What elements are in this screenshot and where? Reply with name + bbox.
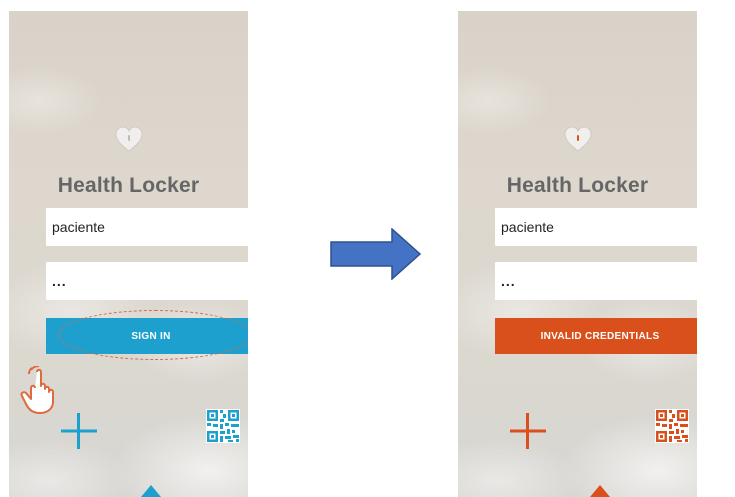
app-title: Health Locker [57, 174, 200, 197]
sign-in-button[interactable]: SIGN IN [46, 318, 248, 354]
chevron-up-icon[interactable] [141, 485, 161, 497]
heart-icon [115, 126, 143, 152]
app-title: Health Locker [506, 174, 649, 197]
username-field[interactable]: paciente [46, 208, 248, 246]
chevron-up-icon[interactable] [590, 485, 610, 497]
login-screen-before: Health Locker paciente ... SIGN IN [9, 11, 248, 497]
password-field[interactable]: ... [495, 262, 697, 300]
plus-icon[interactable] [508, 411, 548, 451]
login-screen-after: Health Locker paciente ... INVALID CREDE… [458, 11, 697, 497]
heart-icon [564, 126, 592, 152]
qr-code-icon[interactable] [655, 409, 689, 443]
invalid-credentials-button[interactable]: INVALID CREDENTIALS [495, 318, 697, 354]
tap-hand-icon [20, 366, 54, 414]
right-arrow-icon [330, 228, 422, 280]
password-field[interactable]: ... [46, 262, 248, 300]
username-field[interactable]: paciente [495, 208, 697, 246]
qr-code-icon[interactable] [206, 409, 240, 443]
plus-icon[interactable] [59, 411, 99, 451]
